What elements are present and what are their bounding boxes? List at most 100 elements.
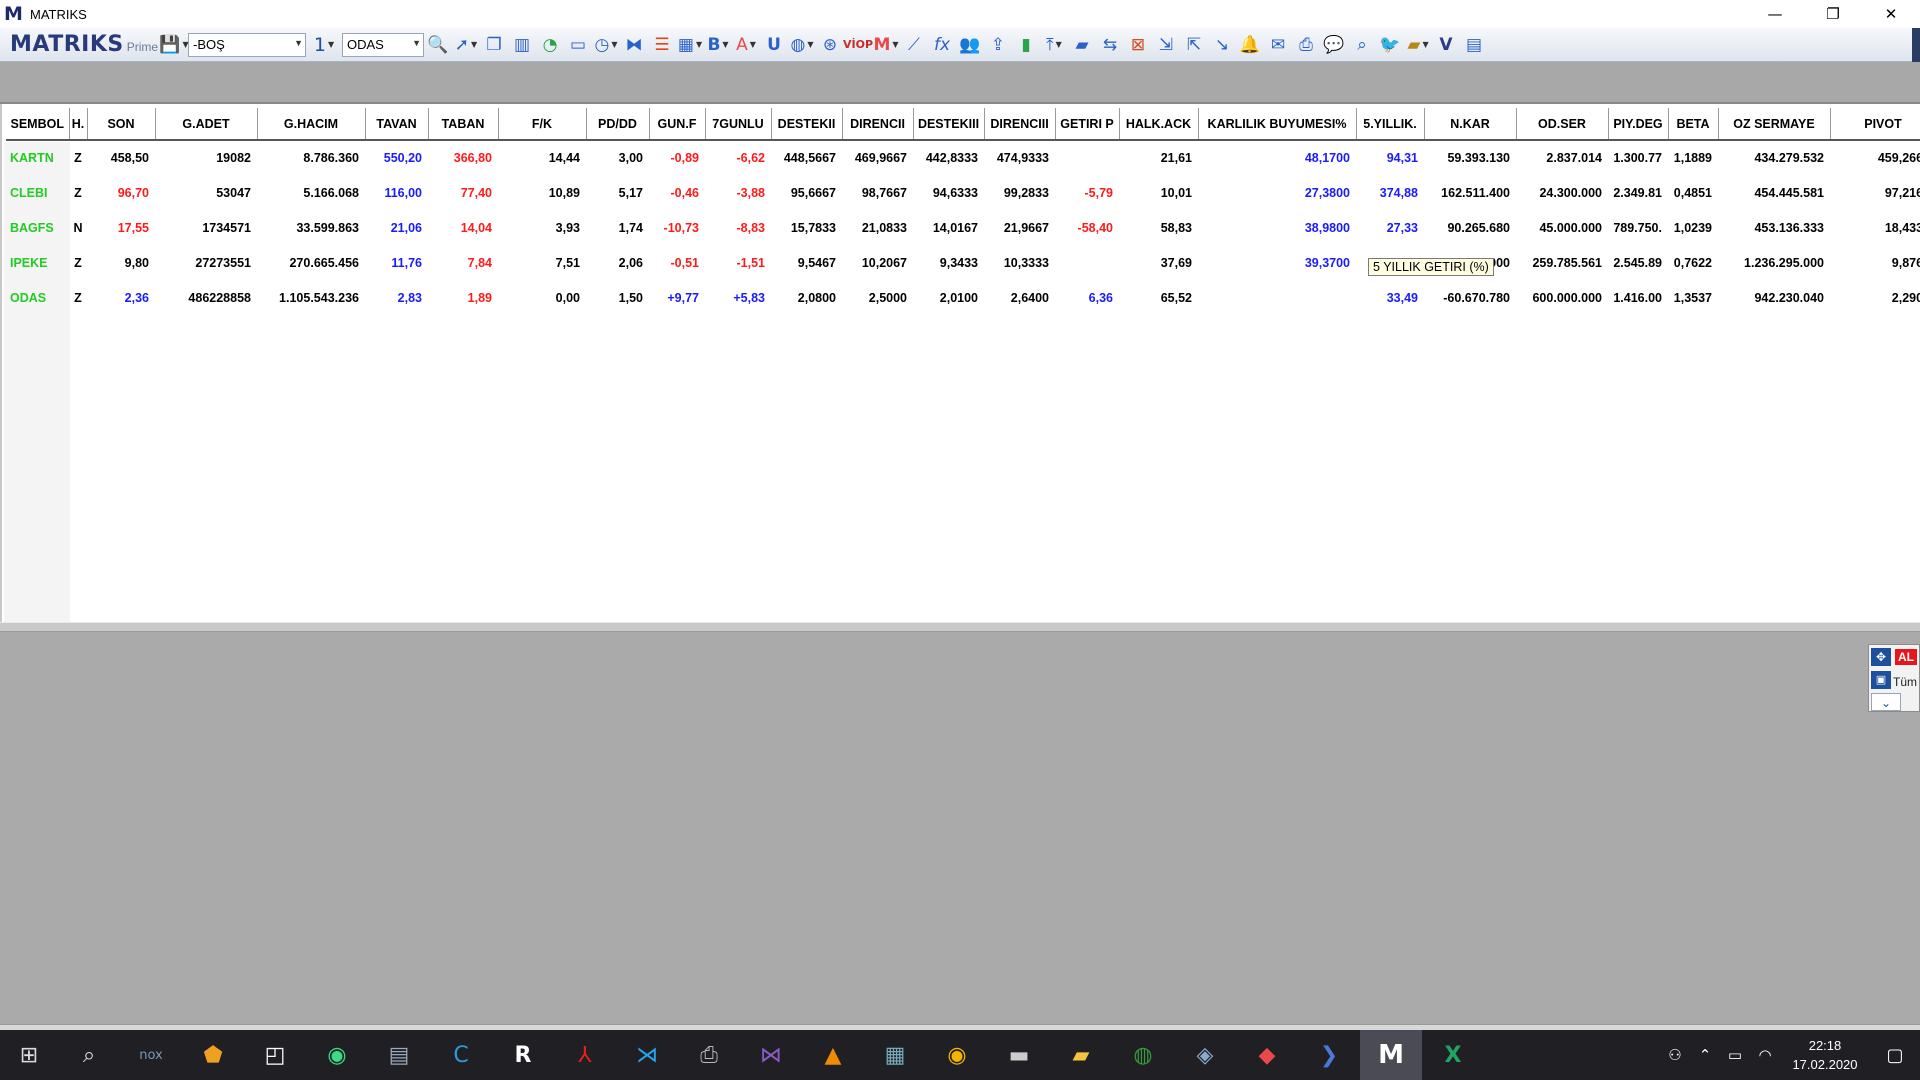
window-icon[interactable]: ▣ bbox=[1871, 671, 1891, 689]
viop-icon[interactable]: VİOP bbox=[843, 31, 873, 59]
chrome-icon[interactable]: ◉ bbox=[926, 1030, 988, 1080]
printer-app-icon[interactable]: ⎙ bbox=[678, 1030, 740, 1080]
symbol-select[interactable]: ODAS ▼ bbox=[342, 32, 424, 57]
column-header[interactable]: KARLILIK BUYUMESI% bbox=[1198, 108, 1357, 141]
save-icon[interactable]: 💾 ▼ bbox=[159, 31, 188, 59]
calculator-icon[interactable]: ▦ bbox=[864, 1030, 926, 1080]
mail-icon[interactable]: ✉ bbox=[1264, 31, 1292, 59]
pie-chart-icon[interactable]: ◔ bbox=[536, 31, 564, 59]
table-row[interactable]: ODAS Z 2,36 486228858 1.105.543.236 2,83 1,89 0… bbox=[6, 280, 1920, 315]
table-row[interactable]: CLEBI Z 96,70 53047 5.166.068 116,00 77,40 10,8… bbox=[6, 175, 1920, 210]
bar-chart-icon[interactable]: ▥ bbox=[508, 31, 536, 59]
bold-icon[interactable]: B ▼ bbox=[704, 31, 732, 59]
line-chart-icon[interactable]: ⟋ bbox=[900, 31, 928, 59]
acrobat-icon[interactable]: ⅄ bbox=[554, 1030, 616, 1080]
column-header[interactable]: OD.SER bbox=[1516, 108, 1609, 141]
column-header[interactable]: GETIRI P bbox=[1055, 108, 1120, 141]
bell-icon[interactable]: 🔔 bbox=[1236, 31, 1264, 59]
terminal-icon[interactable]: ▬ bbox=[988, 1030, 1050, 1080]
restore-button[interactable]: ❐ bbox=[1804, 0, 1862, 28]
earth-app-icon[interactable]: ◍ bbox=[1112, 1030, 1174, 1080]
column-header[interactable]: F/K bbox=[498, 108, 587, 141]
buy-button[interactable]: AL bbox=[1895, 649, 1917, 665]
nox-icon[interactable]: nox bbox=[120, 1030, 182, 1080]
notes-app-icon[interactable]: ◈ bbox=[1174, 1030, 1236, 1080]
column-header[interactable]: TABAN bbox=[428, 108, 499, 141]
book-icon[interactable]: ▰ bbox=[1068, 31, 1096, 59]
android-studio-icon[interactable]: ◉ bbox=[306, 1030, 368, 1080]
list-icon[interactable]: ☰ bbox=[648, 31, 676, 59]
column-header[interactable]: GUN.F bbox=[649, 108, 706, 141]
v-icon[interactable]: V bbox=[1432, 31, 1460, 59]
clock-icon[interactable]: ◷ ▼ bbox=[592, 31, 620, 59]
column-header[interactable]: G.ADET bbox=[155, 108, 258, 141]
column-header[interactable]: OZ SERMAYE bbox=[1718, 108, 1831, 141]
start-icon[interactable]: ⊞ bbox=[0, 1030, 58, 1080]
notification-icon[interactable]: ▢ bbox=[1870, 1045, 1920, 1066]
task-app-icon[interactable]: ◰ bbox=[244, 1030, 306, 1080]
all-label[interactable]: Tüm bbox=[1893, 675, 1917, 689]
column-header[interactable]: N.KAR bbox=[1424, 108, 1517, 141]
search-taskbar-icon[interactable]: ⌕ bbox=[58, 1030, 120, 1080]
expand-icon[interactable]: ⇱ bbox=[1180, 31, 1208, 59]
font-color-icon[interactable]: A ▼ bbox=[732, 31, 760, 59]
wifi-icon[interactable]: ◠ bbox=[1750, 1046, 1780, 1064]
monitor-icon[interactable]: ▭ bbox=[564, 31, 592, 59]
m-menu-icon[interactable]: M ▼ bbox=[872, 31, 900, 59]
column-header[interactable]: DESTEKII bbox=[771, 108, 843, 141]
tray-expand-icon[interactable]: ⌃ bbox=[1690, 1046, 1720, 1064]
column-header[interactable]: HALK.ACK bbox=[1119, 108, 1199, 141]
scanner-icon[interactable]: ▤ bbox=[368, 1030, 430, 1080]
signal-icon[interactable]: ▮ bbox=[1012, 31, 1040, 59]
table-row[interactable]: BAGFS N 17,55 1734571 33.599.863 21,06 14,04 3,… bbox=[6, 210, 1920, 245]
battery-icon[interactable]: ▭ bbox=[1720, 1046, 1750, 1064]
twitter-icon[interactable]: 🐦 bbox=[1376, 31, 1404, 59]
column-header[interactable]: SEMBOL bbox=[6, 108, 70, 141]
column-header[interactable]: BETA bbox=[1668, 108, 1719, 141]
move-icon[interactable]: ✥ bbox=[1871, 648, 1891, 666]
vscode-icon[interactable]: ⋊ bbox=[616, 1030, 678, 1080]
panel-splitter[interactable] bbox=[0, 622, 1920, 632]
users-icon[interactable]: 👥 bbox=[956, 31, 984, 59]
excel-icon[interactable]: X bbox=[1422, 1030, 1484, 1080]
formula-icon[interactable]: fx bbox=[928, 31, 956, 59]
chevron-down-icon[interactable]: ⌄ bbox=[1871, 693, 1901, 711]
column-header[interactable]: DIRENCIII bbox=[984, 108, 1056, 141]
visual-studio-icon[interactable]: ⋈ bbox=[740, 1030, 802, 1080]
arrow-down-right-icon[interactable]: ↘ bbox=[1208, 31, 1236, 59]
table-row[interactable]: IPEKE Z 9,80 27273551 270.665.456 11,76 7,84 7,… bbox=[6, 245, 1920, 280]
column-header[interactable]: 7GUNLU bbox=[705, 108, 772, 141]
powershell-icon[interactable]: ❯ bbox=[1298, 1030, 1360, 1080]
column-header[interactable]: SON bbox=[87, 108, 156, 141]
minimize-button[interactable]: — bbox=[1746, 0, 1804, 28]
column-header[interactable]: PIVOT bbox=[1830, 108, 1920, 141]
page-select[interactable]: 1 ▼ bbox=[306, 31, 342, 59]
layout-select[interactable]: -BOŞ ▼ bbox=[188, 32, 306, 57]
pointer-icon[interactable]: ➚ ▼ bbox=[452, 31, 480, 59]
print-icon[interactable]: ⎙ bbox=[1292, 31, 1320, 59]
taskbar-clock[interactable]: 22:18 17.02.2020 bbox=[1780, 1036, 1870, 1074]
column-header[interactable]: 5.YILLIK. bbox=[1356, 108, 1425, 141]
window-close-icon[interactable]: ⊠ bbox=[1124, 31, 1152, 59]
resize-icon[interactable]: ⇲ bbox=[1152, 31, 1180, 59]
ccleaner-icon[interactable]: C bbox=[430, 1030, 492, 1080]
column-header[interactable]: TAVAN bbox=[365, 108, 429, 141]
globe-icon[interactable]: ◍ ▼ bbox=[788, 31, 816, 59]
news-icon[interactable]: ⊛ bbox=[816, 31, 844, 59]
zoom-icon[interactable]: ⌕ bbox=[1348, 31, 1376, 59]
upload-icon[interactable]: ⇪ bbox=[984, 31, 1012, 59]
table-row[interactable]: KARTN Z 458,50 19082 8.786.360 550,20 366,80 14… bbox=[6, 140, 1920, 175]
column-header[interactable]: DESTEKIII bbox=[913, 108, 985, 141]
refresh-icon[interactable]: ⇆ bbox=[1096, 31, 1124, 59]
column-header[interactable]: PD/DD bbox=[586, 108, 650, 141]
column-header[interactable]: H. bbox=[69, 108, 88, 141]
r-app-icon[interactable]: R bbox=[492, 1030, 554, 1080]
column-header[interactable]: G.HACIM bbox=[257, 108, 366, 141]
git-app-icon[interactable]: ◆ bbox=[1236, 1030, 1298, 1080]
file-explorer-icon[interactable]: ▰ bbox=[1050, 1030, 1112, 1080]
matriks-taskbar-icon[interactable]: M bbox=[1360, 1030, 1422, 1080]
export-icon[interactable]: ⤒ ▼ bbox=[1040, 31, 1068, 59]
windows-icon[interactable]: ❐ bbox=[480, 31, 508, 59]
folder-icon[interactable]: ▰ ▼ bbox=[1404, 31, 1432, 59]
table-icon[interactable]: ▦ ▼ bbox=[676, 31, 704, 59]
